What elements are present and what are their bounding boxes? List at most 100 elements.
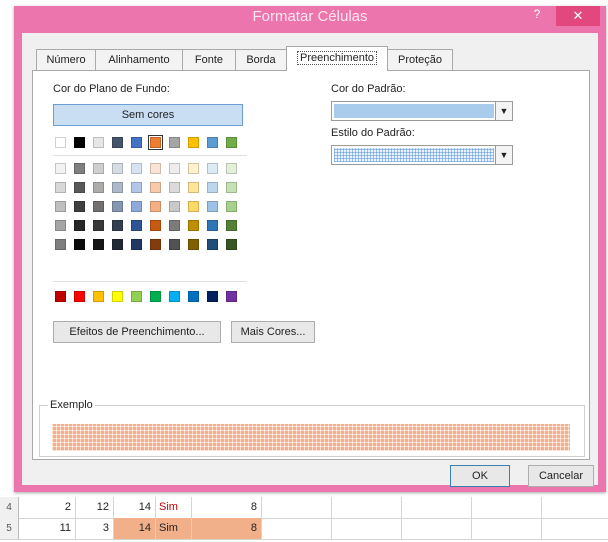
shade-color-swatch[interactable] <box>207 201 218 212</box>
standard-color-swatch[interactable] <box>74 291 85 302</box>
sheet-cell[interactable]: 11 <box>18 518 76 539</box>
more-colors-button[interactable]: Mais Cores... <box>231 321 315 343</box>
shade-color-swatch[interactable] <box>112 239 123 250</box>
dialog-titlebar[interactable]: Formatar Células ? ✕ <box>14 6 606 30</box>
tab-fonte[interactable]: Fonte <box>182 49 236 70</box>
shade-color-swatch[interactable] <box>55 182 66 193</box>
sheet-cell[interactable] <box>402 497 472 518</box>
help-button[interactable]: ? <box>530 7 544 23</box>
shade-color-swatch[interactable] <box>74 220 85 231</box>
tab-protecao[interactable]: Proteção <box>387 49 453 70</box>
shade-color-swatch[interactable] <box>150 239 161 250</box>
sheet-cell[interactable]: Sim <box>156 497 192 518</box>
shade-color-swatch[interactable] <box>131 182 142 193</box>
cancel-button[interactable]: Cancelar <box>528 465 594 487</box>
shade-color-swatch[interactable] <box>169 182 180 193</box>
shade-color-swatch[interactable] <box>188 182 199 193</box>
theme-color-swatch[interactable] <box>148 135 163 150</box>
shade-color-swatch[interactable] <box>226 182 237 193</box>
tab-borda[interactable]: Borda <box>235 49 287 70</box>
shade-color-swatch[interactable] <box>207 163 218 174</box>
shade-color-swatch[interactable] <box>207 220 218 231</box>
shade-color-swatch[interactable] <box>150 220 161 231</box>
shade-color-swatch[interactable] <box>112 201 123 212</box>
theme-color-swatch[interactable] <box>112 137 123 148</box>
shade-color-swatch[interactable] <box>150 182 161 193</box>
shade-color-swatch[interactable] <box>74 182 85 193</box>
theme-color-swatch[interactable] <box>131 137 142 148</box>
sheet-cell[interactable] <box>472 497 542 518</box>
sheet-cell[interactable]: 8 <box>192 497 262 518</box>
shade-color-swatch[interactable] <box>93 220 104 231</box>
theme-color-swatch[interactable] <box>226 137 237 148</box>
sheet-cell[interactable]: 14 <box>114 518 156 539</box>
standard-color-swatch[interactable] <box>207 291 218 302</box>
shade-color-swatch[interactable] <box>188 239 199 250</box>
sheet-cell[interactable] <box>262 518 332 539</box>
shade-color-swatch[interactable] <box>131 220 142 231</box>
tab-numero[interactable]: Número <box>36 49 96 70</box>
shade-color-swatch[interactable] <box>188 163 199 174</box>
shade-color-swatch[interactable] <box>150 201 161 212</box>
theme-color-swatch[interactable] <box>55 137 66 148</box>
ok-button[interactable]: OK <box>450 465 510 487</box>
sheet-cell[interactable] <box>472 518 542 539</box>
tab-preenchimento[interactable]: Preenchimento <box>286 46 388 71</box>
shade-color-swatch[interactable] <box>93 239 104 250</box>
shade-color-swatch[interactable] <box>169 220 180 231</box>
shade-color-swatch[interactable] <box>74 201 85 212</box>
shade-color-swatch[interactable] <box>93 201 104 212</box>
sheet-cell[interactable]: 14 <box>114 497 156 518</box>
theme-color-swatch[interactable] <box>93 137 104 148</box>
sheet-cell[interactable] <box>332 518 402 539</box>
shade-color-swatch[interactable] <box>74 163 85 174</box>
sheet-cell[interactable] <box>262 497 332 518</box>
shade-color-swatch[interactable] <box>55 163 66 174</box>
shade-color-swatch[interactable] <box>169 163 180 174</box>
standard-color-swatch[interactable] <box>150 291 161 302</box>
standard-color-swatch[interactable] <box>93 291 104 302</box>
theme-color-swatch[interactable] <box>169 137 180 148</box>
shade-color-swatch[interactable] <box>188 201 199 212</box>
fill-effects-button[interactable]: Efeitos de Preenchimento... <box>53 321 221 343</box>
shade-color-swatch[interactable] <box>131 201 142 212</box>
no-color-button[interactable]: Sem cores <box>53 104 243 126</box>
sheet-cell[interactable]: 2 <box>18 497 76 518</box>
sheet-cell[interactable] <box>402 518 472 539</box>
theme-color-swatch[interactable] <box>74 137 85 148</box>
shade-color-swatch[interactable] <box>112 220 123 231</box>
shade-color-swatch[interactable] <box>55 201 66 212</box>
shade-color-swatch[interactable] <box>226 239 237 250</box>
sheet-cell[interactable]: 12 <box>76 497 114 518</box>
theme-color-swatch[interactable] <box>188 137 199 148</box>
shade-color-swatch[interactable] <box>226 163 237 174</box>
shade-color-swatch[interactable] <box>188 220 199 231</box>
pattern-style-dropdown[interactable]: ▼ <box>331 145 513 165</box>
standard-color-swatch[interactable] <box>131 291 142 302</box>
shade-color-swatch[interactable] <box>112 163 123 174</box>
close-button[interactable]: ✕ <box>556 6 600 26</box>
shade-color-swatch[interactable] <box>55 239 66 250</box>
theme-color-swatch[interactable] <box>207 137 218 148</box>
standard-color-swatch[interactable] <box>226 291 237 302</box>
shade-color-swatch[interactable] <box>169 201 180 212</box>
sheet-cell[interactable] <box>332 497 402 518</box>
standard-color-swatch[interactable] <box>55 291 66 302</box>
shade-color-swatch[interactable] <box>131 239 142 250</box>
shade-color-swatch[interactable] <box>207 182 218 193</box>
shade-color-swatch[interactable] <box>93 163 104 174</box>
shade-color-swatch[interactable] <box>150 163 161 174</box>
standard-color-swatch[interactable] <box>112 291 123 302</box>
standard-color-swatch[interactable] <box>188 291 199 302</box>
shade-color-swatch[interactable] <box>131 163 142 174</box>
shade-color-swatch[interactable] <box>207 239 218 250</box>
shade-color-swatch[interactable] <box>226 201 237 212</box>
shade-color-swatch[interactable] <box>55 220 66 231</box>
tab-alinhamento[interactable]: Alinhamento <box>95 49 183 70</box>
sheet-cell[interactable]: 8 <box>192 518 262 539</box>
standard-color-swatch[interactable] <box>169 291 180 302</box>
shade-color-swatch[interactable] <box>112 182 123 193</box>
pattern-color-dropdown[interactable]: ▼ <box>331 101 513 121</box>
shade-color-swatch[interactable] <box>74 239 85 250</box>
shade-color-swatch[interactable] <box>169 239 180 250</box>
